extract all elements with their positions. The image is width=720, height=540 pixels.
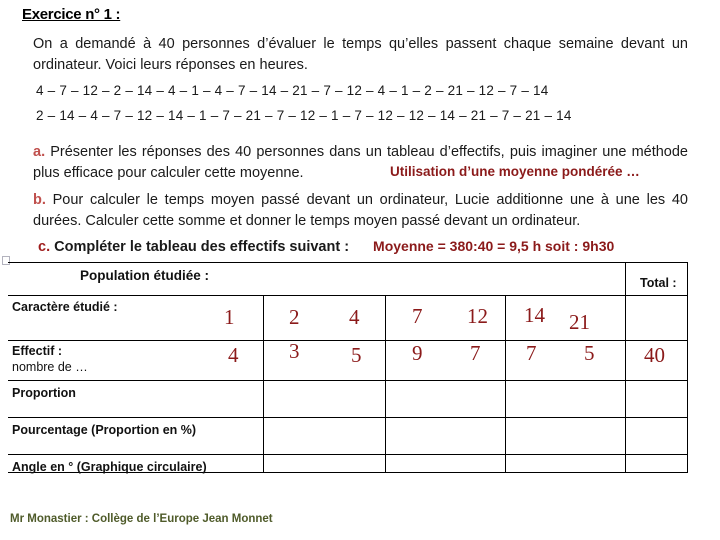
effectif-value-6: 7 xyxy=(526,341,537,365)
row-label-proportion: Proportion xyxy=(12,386,76,400)
effectif-value-1: 4 xyxy=(228,343,239,367)
page-title: Exercice n° 1 : xyxy=(22,6,121,23)
row-label-pourcentage: Pourcentage (Proportion en %) xyxy=(12,423,197,437)
effectif-value-7: 5 xyxy=(584,341,595,365)
data-values-row-2: 2 – 14 – 4 – 7 – 12 – 14 – 1 – 7 – 21 – … xyxy=(36,108,572,123)
table-column-divider-3 xyxy=(505,295,506,472)
table-rule-1 xyxy=(8,295,688,296)
question-c-text: Compléter le tableau des effectifs suiva… xyxy=(50,239,350,255)
row-label-effectif: Effectif : xyxy=(12,344,62,358)
caractere-value-4: 7 xyxy=(412,304,423,328)
annotation-question-c: Moyenne = 380:40 = 9,5 h soit : 9h30 xyxy=(373,238,615,254)
caractere-value-7: 21 xyxy=(569,310,590,334)
table-rule-5 xyxy=(8,454,688,455)
table-border-right xyxy=(687,262,688,472)
data-values-row-1: 4 – 7 – 12 – 2 – 14 – 4 – 1 – 4 – 7 – 14… xyxy=(36,83,549,98)
total-label: Total : xyxy=(640,276,677,290)
caractere-value-6: 14 xyxy=(524,303,545,327)
question-a-marker: a. xyxy=(33,144,46,160)
table-column-divider-2 xyxy=(385,295,386,472)
effectif-value-2: 3 xyxy=(289,339,300,363)
row-label-angle: Angle en ° (Graphique circulaire) xyxy=(12,460,207,474)
question-b: b. Pour calculer le temps moyen passé de… xyxy=(33,190,688,232)
question-c-marker: c. xyxy=(38,239,51,255)
effectif-value-4: 9 xyxy=(412,341,423,365)
exercise-statement: On a demandé à 40 personnes d’évaluer le… xyxy=(33,36,688,73)
question-b-marker: b. xyxy=(33,192,46,208)
table-column-divider-1 xyxy=(263,295,264,472)
population-label: Population étudiée : xyxy=(80,268,210,283)
caractere-value-5: 12 xyxy=(467,304,488,328)
footer-credit: Mr Monastier : Collège de l’Europe Jean … xyxy=(10,513,273,525)
annotation-question-a: Utilisation d’une moyenne pondérée … xyxy=(390,164,640,179)
effectif-value-3: 5 xyxy=(351,343,362,367)
caractere-value-1: 1 xyxy=(224,305,235,329)
table-rule-3 xyxy=(8,380,688,381)
table-rule-4 xyxy=(8,417,688,418)
effectif-value-5: 7 xyxy=(470,341,481,365)
question-b-text: Pour calculer le temps moyen passé devan… xyxy=(33,192,688,229)
row-label-effectif-sub: nombre de … xyxy=(12,360,88,374)
effectifs-table: Population étudiée : Total : Caractère é… xyxy=(8,262,688,474)
caractere-value-3: 4 xyxy=(349,305,360,329)
caractere-value-2: 2 xyxy=(289,305,300,329)
row-label-caractere: Caractère étudié : xyxy=(12,300,118,314)
effectif-total-value: 40 xyxy=(644,343,665,367)
question-c: c. Compléter le tableau des effectifs su… xyxy=(38,236,693,258)
table-column-divider-total xyxy=(625,262,626,472)
table-border-top xyxy=(8,262,688,263)
